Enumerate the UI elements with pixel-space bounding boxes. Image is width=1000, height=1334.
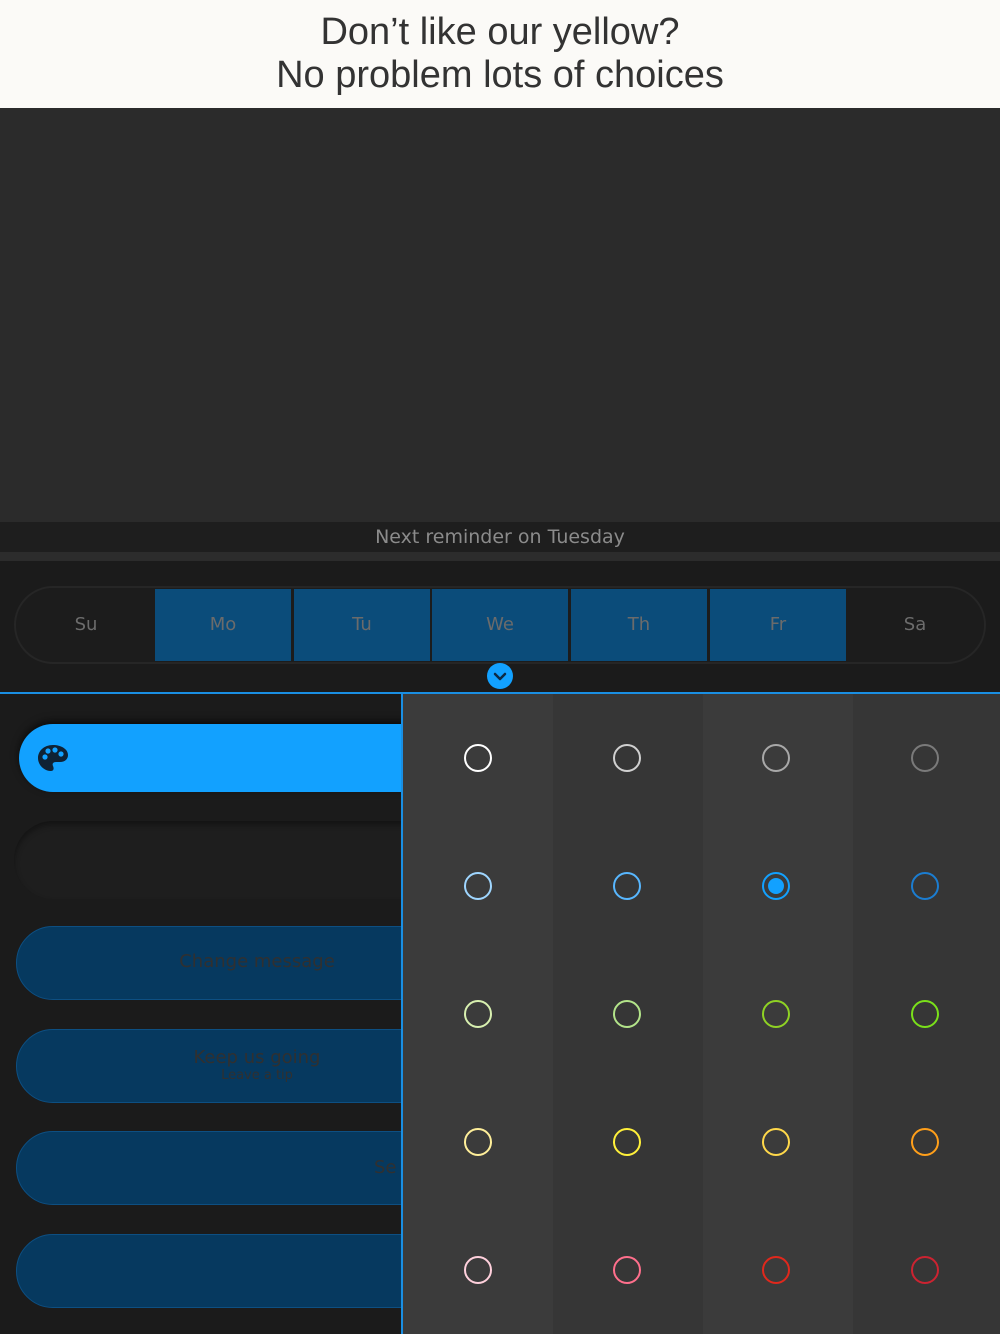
color-swatch[interactable]: [464, 744, 492, 772]
theme-button[interactable]: [19, 724, 402, 792]
color-swatch[interactable]: [762, 872, 790, 900]
color-swatch[interactable]: [613, 744, 641, 772]
day-monday[interactable]: Mo: [155, 589, 291, 661]
change-message-label: Change message: [179, 951, 335, 972]
color-swatch[interactable]: [464, 872, 492, 900]
day-sunday[interactable]: Su: [16, 589, 156, 661]
day-thursday[interactable]: Th: [571, 589, 707, 661]
color-swatch[interactable]: [613, 1256, 641, 1284]
settings-button-label: Se: [374, 1157, 397, 1178]
color-swatch[interactable]: [911, 1000, 939, 1028]
color-picker-panel: [401, 694, 1000, 1334]
color-swatch[interactable]: [911, 1128, 939, 1156]
extra-button[interactable]: [16, 1234, 402, 1308]
settings-button[interactable]: Se: [16, 1131, 402, 1205]
color-swatch[interactable]: [762, 1128, 790, 1156]
main-display-area: [0, 108, 1000, 522]
color-swatch[interactable]: [762, 1256, 790, 1284]
day-saturday[interactable]: Sa: [846, 589, 984, 661]
tip-button[interactable]: Keep us going Leave a tip: [16, 1029, 402, 1103]
day-tuesday[interactable]: Tu: [294, 589, 430, 661]
palette-icon: [38, 745, 68, 771]
color-swatch[interactable]: [464, 1256, 492, 1284]
color-swatch[interactable]: [911, 872, 939, 900]
color-swatch[interactable]: [762, 1000, 790, 1028]
day-selector: Su Mo Tu We Th Fr Sa: [14, 586, 986, 664]
divider: [0, 552, 1000, 561]
color-swatch[interactable]: [911, 744, 939, 772]
promo-line-1: Don’t like our yellow?: [320, 11, 680, 53]
settings-panel: Change message Keep us going Leave a tip…: [0, 694, 402, 1334]
tip-button-label: Keep us going: [193, 1047, 321, 1068]
collapse-toggle-button[interactable]: [487, 663, 513, 689]
color-swatch[interactable]: [464, 1000, 492, 1028]
color-swatch[interactable]: [613, 872, 641, 900]
color-swatch[interactable]: [911, 1256, 939, 1284]
color-swatch[interactable]: [613, 1128, 641, 1156]
day-wednesday[interactable]: We: [432, 589, 568, 661]
next-reminder-text: Next reminder on Tuesday: [0, 522, 1000, 552]
chevron-down-icon: [493, 672, 507, 681]
empty-option-slot[interactable]: [14, 821, 402, 899]
color-swatch[interactable]: [762, 744, 790, 772]
selected-indicator-dot: [768, 878, 784, 894]
color-swatch[interactable]: [613, 1000, 641, 1028]
promo-header: Don’t like our yellow? No problem lots o…: [0, 0, 1000, 108]
change-message-button[interactable]: Change message: [16, 926, 402, 1000]
promo-line-2: No problem lots of choices: [276, 54, 724, 96]
tip-button-sublabel: Leave a tip: [221, 1068, 293, 1083]
color-swatch[interactable]: [464, 1128, 492, 1156]
day-friday[interactable]: Fr: [710, 589, 846, 661]
